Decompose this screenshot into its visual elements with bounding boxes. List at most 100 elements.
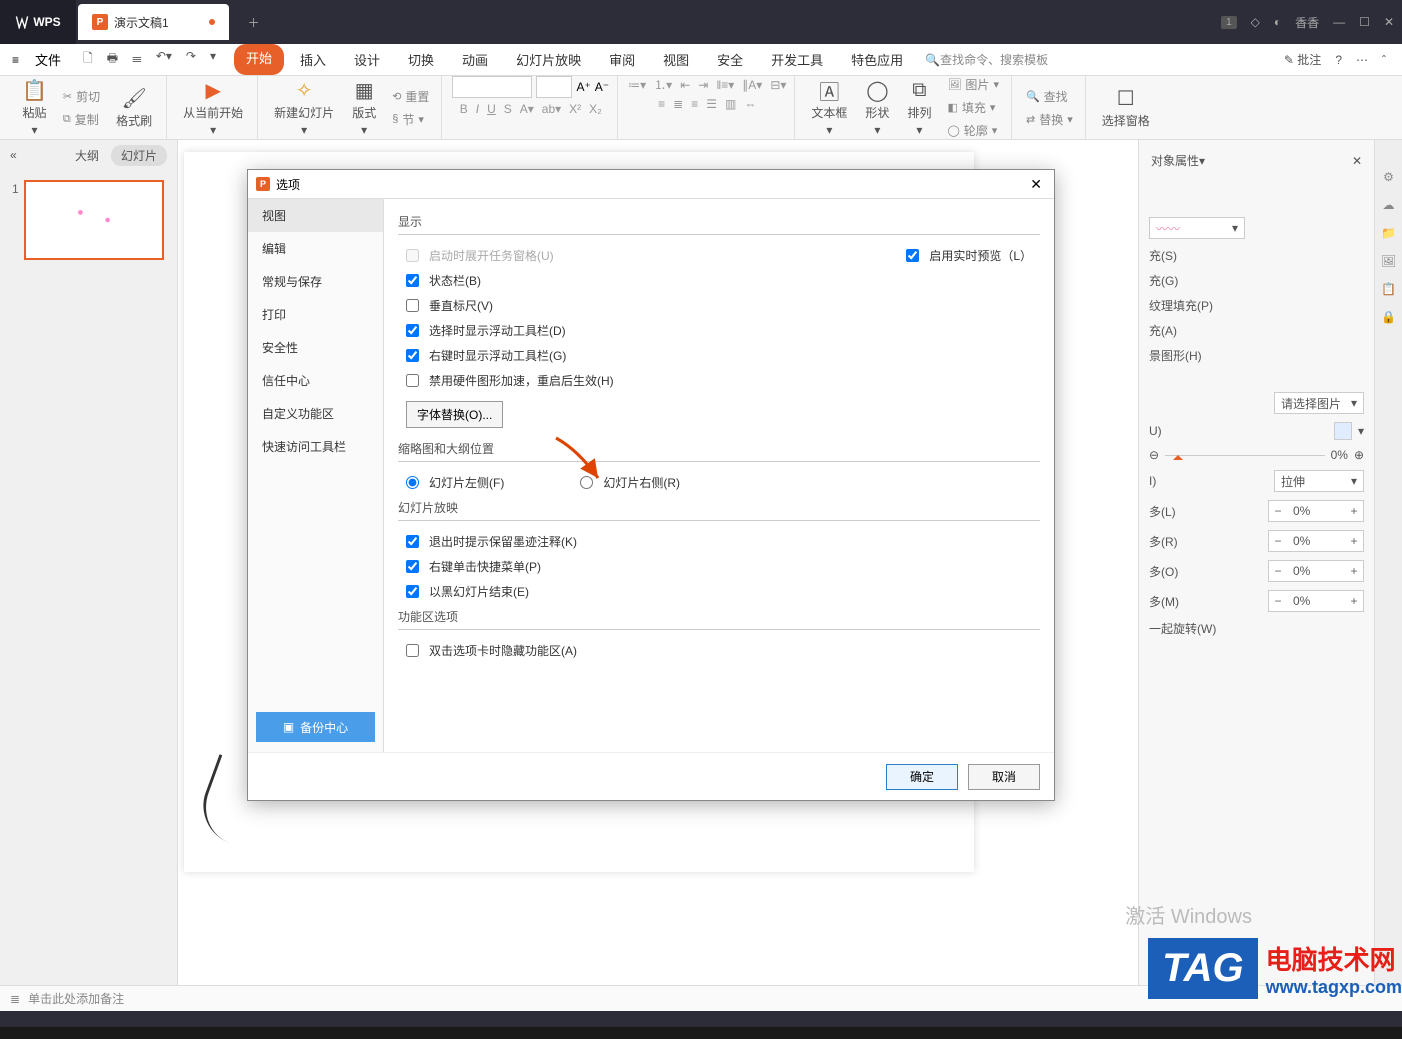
collapse-panel-icon[interactable]: «	[10, 148, 17, 162]
tab-start[interactable]: 开始	[234, 44, 284, 75]
cut-button[interactable]: ✂ 剪切	[59, 86, 104, 107]
textbox-button[interactable]: 🄰文本框▾	[805, 76, 853, 140]
rotate-option[interactable]: 一起旋转(W)	[1147, 616, 1366, 641]
help-button[interactable]: ?	[1335, 53, 1342, 67]
arrange-button[interactable]: ⧉排列▾	[901, 76, 937, 140]
paste-button[interactable]: 📋粘贴▾	[16, 76, 53, 140]
file-menu[interactable]: 文件	[25, 46, 71, 73]
sidebar-folder-icon[interactable]: 📁	[1381, 226, 1396, 240]
bold-icon[interactable]: B	[460, 102, 468, 116]
offset-o-input[interactable]: −0%+	[1268, 560, 1364, 582]
tab-animation[interactable]: 动画	[450, 44, 500, 75]
offset-r-input[interactable]: −0%+	[1268, 530, 1364, 552]
annotate-button[interactable]: ✎ 批注	[1284, 51, 1321, 68]
close-panel-icon[interactable]: ✕	[1352, 154, 1362, 168]
superscript-icon[interactable]: X²	[569, 102, 581, 116]
tab-insert[interactable]: 插入	[288, 44, 338, 75]
fill-g-option[interactable]: 充(G)	[1147, 268, 1366, 293]
from-current-button[interactable]: ▶从当前开始▾	[177, 76, 249, 140]
outline-button[interactable]: ◯ 轮廓▾	[943, 120, 1003, 140]
select-pane-button[interactable]: ☐选择窗格	[1096, 82, 1156, 133]
section-button[interactable]: § 节▾	[388, 109, 433, 130]
fill-button[interactable]: ◧ 填充▾	[943, 97, 1003, 118]
replace-button[interactable]: ⇄ 替换▾	[1022, 109, 1077, 130]
collapse-ribbon-icon[interactable]: ˆ	[1382, 53, 1386, 67]
sidebar-settings-icon[interactable]: ⚙	[1383, 170, 1394, 184]
align-center-icon[interactable]: ≣	[673, 97, 683, 111]
nav-general-save[interactable]: 常规与保存	[248, 265, 383, 298]
picture-button[interactable]: 🖼 图片▾	[943, 76, 1003, 95]
hamburger-icon[interactable]: ≡	[6, 49, 25, 71]
add-tab-button[interactable]: ＋	[239, 7, 269, 37]
qat-print-icon[interactable]: 🖶	[103, 45, 122, 74]
sidebar-lock-icon[interactable]: 🔒	[1381, 310, 1396, 324]
opt-float-toolbar[interactable]: 选择时显示浮动工具栏(D)	[398, 318, 1040, 343]
outline-tab[interactable]: 大纲	[75, 147, 99, 164]
align-text-icon[interactable]: ⊟▾	[770, 78, 786, 92]
opt-rclick-menu[interactable]: 右键单击快捷菜单(P)	[398, 554, 1040, 579]
font-size-input[interactable]	[536, 76, 572, 98]
nav-trust[interactable]: 信任中心	[248, 364, 383, 397]
indent-right-icon[interactable]: ⇥	[698, 78, 708, 92]
tab-review[interactable]: 审阅	[597, 44, 647, 75]
text-dir-icon[interactable]: ∥A▾	[742, 78, 762, 92]
underline-icon[interactable]: U	[487, 102, 496, 116]
new-slide-button[interactable]: ✧新建幻灯片▾	[268, 76, 340, 140]
offset-l-input[interactable]: −0%+	[1268, 500, 1364, 522]
opt-rclick-toolbar[interactable]: 右键时显示浮动工具栏(G)	[398, 343, 1040, 368]
align-right-icon[interactable]: ≡	[691, 97, 698, 111]
qat-undo-icon[interactable]: ↶▾	[152, 45, 176, 74]
nav-custom-ribbon[interactable]: 自定义功能区	[248, 397, 383, 430]
qat-save-icon[interactable]: 🗋	[79, 45, 97, 74]
sidebar-cloud-icon[interactable]: ☁	[1383, 198, 1395, 212]
cancel-button[interactable]: 取消	[968, 764, 1040, 790]
skin-icon[interactable]: ◇	[1251, 15, 1260, 29]
transparency-slider[interactable]: ⊖0%⊕	[1147, 444, 1366, 466]
distribute-icon[interactable]: ⇔	[744, 97, 756, 111]
strike-icon[interactable]: S	[504, 102, 512, 116]
texture-fill-option[interactable]: 纹理填充(P)	[1147, 293, 1366, 318]
qat-redo-icon[interactable]: ↷	[182, 45, 200, 74]
nav-view[interactable]: 视图	[248, 199, 383, 232]
tab-security[interactable]: 安全	[705, 44, 755, 75]
tab-devtools[interactable]: 开发工具	[759, 44, 835, 75]
maximize-icon[interactable]: ☐	[1359, 15, 1370, 29]
subscript-icon[interactable]: X₂	[589, 102, 602, 116]
tab-slideshow[interactable]: 幻灯片放映	[504, 44, 593, 75]
opt-vruler[interactable]: 垂直标尺(V)	[398, 293, 1040, 318]
numbering-icon[interactable]: ⒈▾	[654, 76, 672, 93]
columns-icon[interactable]: ▥	[725, 97, 736, 111]
highlight-icon[interactable]: ab▾	[542, 102, 561, 116]
sidebar-clipboard-icon[interactable]: 📋	[1381, 282, 1396, 296]
opt-live-preview[interactable]: 启用实时预览（L）	[898, 243, 1040, 268]
tab-transition[interactable]: 切换	[396, 44, 446, 75]
tab-design[interactable]: 设计	[342, 44, 392, 75]
find-button[interactable]: 🔍 查找	[1022, 86, 1077, 107]
ok-button[interactable]: 确定	[886, 764, 958, 790]
justify-icon[interactable]: ☰	[706, 97, 717, 111]
sidebar-image-icon[interactable]: 🖼	[1381, 254, 1396, 268]
line-spacing-icon[interactable]: ‖≡▾	[716, 78, 734, 92]
dialog-close-icon[interactable]: ✕	[1026, 172, 1046, 197]
close-icon[interactable]: ✕	[1384, 15, 1394, 29]
fill-a-option[interactable]: 充(A)	[1147, 318, 1366, 343]
tab-view[interactable]: 视图	[651, 44, 701, 75]
document-tab[interactable]: P 演示文稿1	[78, 4, 229, 40]
slide-thumbnail[interactable]: 1	[24, 180, 164, 260]
align-left-icon[interactable]: ≡	[658, 97, 665, 111]
bg-shape-option[interactable]: 景图形(H)	[1147, 343, 1366, 368]
nav-security[interactable]: 安全性	[248, 331, 383, 364]
qat-preview-icon[interactable]: 𝍢	[128, 45, 146, 74]
font-family-input[interactable]	[452, 76, 532, 98]
tab-special[interactable]: 特色应用	[839, 44, 915, 75]
opt-end-black[interactable]: 以黑幻灯片结束(E)	[398, 579, 1040, 604]
shape-button[interactable]: ◯形状▾	[859, 76, 895, 140]
font-substitute-button[interactable]: 字体替换(O)...	[406, 401, 503, 428]
opt-dbl-hide-ribbon[interactable]: 双击选项卡时隐藏功能区(A)	[398, 638, 1040, 663]
radio-slides-left[interactable]: 幻灯片左侧(F)	[398, 470, 512, 495]
minimize-icon[interactable]: —	[1333, 15, 1345, 29]
nav-edit[interactable]: 编辑	[248, 232, 383, 265]
more-icon[interactable]: ⋯	[1356, 53, 1368, 67]
fill-s-option[interactable]: 充(S)	[1147, 243, 1366, 268]
indent-left-icon[interactable]: ⇤	[680, 78, 690, 92]
